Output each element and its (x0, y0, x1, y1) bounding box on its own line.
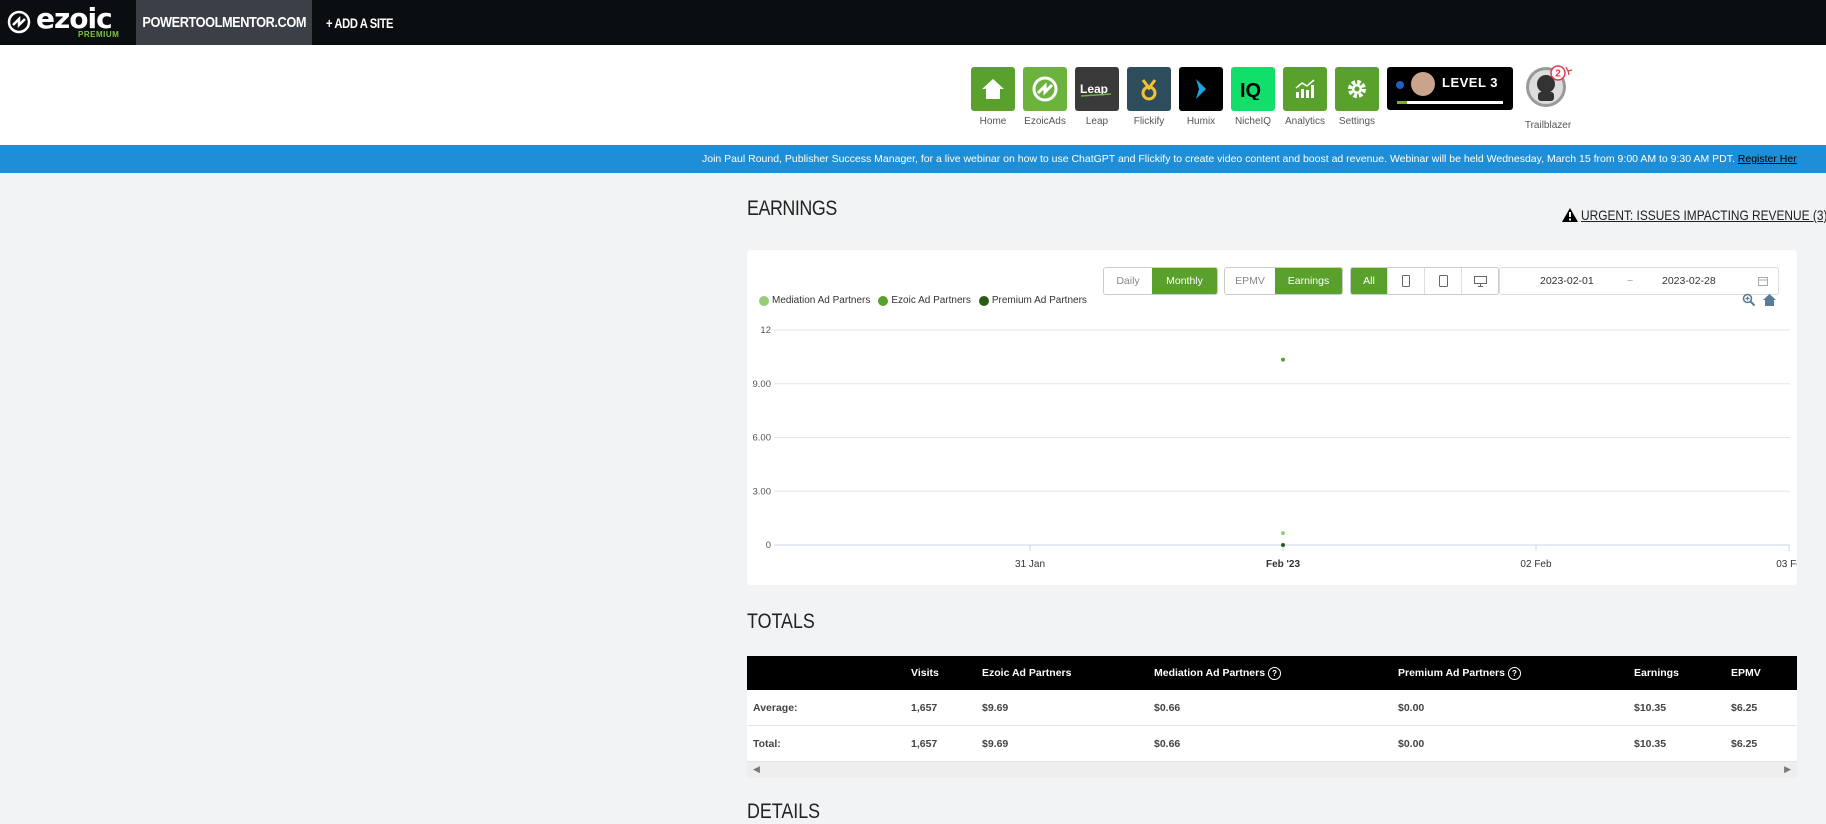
logo-premium-label: PREMIUM (78, 30, 120, 39)
urgent-issues-label: URGENT: ISSUES IMPACTING REVENUE (3) (1581, 207, 1826, 223)
avatar (1411, 72, 1435, 96)
x-tick-label: 03 Fe (1776, 559, 1797, 570)
ezoic-logo[interactable]: ezoic PREMIUM (4, 4, 134, 41)
x-tick-label: 31 Jan (1015, 559, 1045, 570)
x-tick-label: Feb '23 (1266, 559, 1300, 570)
humix-icon (1179, 67, 1223, 111)
app-launcher-bar: Home EzoicAds Leap Leap Flickify Humix I… (0, 45, 1826, 145)
flickify-icon (1127, 67, 1171, 111)
app-ezoicads[interactable]: EzoicAds (1023, 67, 1067, 127)
app-analytics[interactable]: Analytics (1283, 67, 1327, 127)
earnings-heading: EARNINGS (747, 197, 837, 220)
warning-icon (1562, 208, 1578, 222)
table-cell: $0.66 (1154, 737, 1181, 750)
column-header-label: Premium Ad Partners (1398, 667, 1505, 679)
column-header[interactable]: EPMV (1731, 656, 1761, 690)
app-settings[interactable]: Settings (1335, 67, 1379, 127)
column-header[interactable]: Earnings (1634, 656, 1679, 690)
trailblazer-label: Trailblazer (1524, 120, 1572, 131)
banner-text: Join Paul Round, Publisher Success Manag… (702, 153, 1735, 165)
table-cell: $9.69 (982, 701, 1009, 714)
table-cell: $10.35 (1634, 737, 1667, 750)
add-site-label: + ADD A SITE (326, 14, 394, 31)
trailblazer-icon: 2 (1526, 65, 1573, 107)
trailblazer-badge-count: 2 (1555, 69, 1561, 80)
table-cell: $0.66 (1154, 701, 1181, 714)
table-header: Visits Ezoic Ad Partners Mediation Ad Pa… (747, 656, 1797, 690)
level-badge[interactable]: LEVEL 3 (1387, 67, 1513, 110)
analytics-icon (1283, 67, 1327, 111)
table-cell: $6.25 (1731, 737, 1758, 750)
earnings-chart-card: Daily Monthly EPMV Earnings All 2023-02-… (747, 250, 1797, 585)
help-icon[interactable]: ? (1268, 666, 1282, 680)
scroll-right-icon[interactable]: ▶ (1784, 764, 1791, 775)
ezoic-ads-icon (1023, 67, 1067, 111)
home-icon (971, 67, 1015, 111)
table-cell: 1,657 (911, 737, 938, 750)
table-cell: $0.00 (1398, 737, 1425, 750)
scroll-left-icon[interactable]: ◀ (753, 764, 760, 775)
webinar-banner: Join Paul Round, Publisher Success Manag… (0, 145, 1826, 173)
trailblazer-button[interactable]: 2 Trailblazer (1522, 63, 1574, 131)
top-nav-bar: ezoic PREMIUM POWERTOOLMENTOR.COM + ADD … (0, 0, 1826, 45)
app-flickify[interactable]: Flickify (1127, 67, 1171, 127)
earnings-chart: 12 9.00 6.00 3.00 0 31 Jan Feb '23 02 Feb 03 Fe (753, 325, 1798, 570)
urgent-issues-link[interactable]: URGENT: ISSUES IMPACTING REVENUE (3) (1562, 207, 1826, 223)
table-row: Average: 1,657 $9.69 $0.66 $0.00 $10.35 … (747, 690, 1797, 726)
totals-table: Visits Ezoic Ad Partners Mediation Ad Pa… (747, 656, 1797, 778)
y-tick-label: 9.00 (753, 379, 772, 390)
leap-icon: Leap (1075, 67, 1119, 111)
svg-text:IQ: IQ (1240, 80, 1261, 100)
help-icon[interactable]: ? (1507, 666, 1521, 680)
table-cell: Average: (753, 701, 798, 714)
level-label: LEVEL 3 (1442, 75, 1499, 90)
column-header[interactable]: Mediation Ad Partners? (1154, 656, 1282, 690)
table-cell: Total: (753, 737, 781, 750)
app-humix[interactable]: Humix (1179, 67, 1223, 127)
horizontal-scrollbar[interactable]: ◀ ▶ (747, 762, 1797, 778)
column-header[interactable]: Premium Ad Partners? (1398, 656, 1521, 690)
details-heading: DETAILS (747, 800, 821, 823)
column-header-label: Mediation Ad Partners (1154, 667, 1266, 679)
banner-register-link[interactable]: Register Her (1738, 153, 1797, 165)
table-cell: $6.25 (1731, 701, 1758, 714)
level-progress (1397, 101, 1503, 104)
x-tick-label: 02 Feb (1520, 559, 1552, 570)
app-leap[interactable]: Leap Leap (1075, 67, 1119, 127)
data-point (1281, 531, 1285, 536)
site-tab[interactable]: POWERTOOLMENTOR.COM (136, 0, 312, 45)
site-tab-label: POWERTOOLMENTOR.COM (142, 14, 306, 31)
y-tick-label: 0 (766, 540, 771, 551)
table-cell: $10.35 (1634, 701, 1667, 714)
gear-icon (1335, 67, 1379, 111)
nicheiq-icon: IQ (1231, 67, 1275, 111)
y-tick-label: 6.00 (753, 433, 772, 444)
table-cell: $0.00 (1398, 701, 1425, 714)
table-cell: 1,657 (911, 701, 938, 714)
app-home[interactable]: Home (971, 67, 1015, 127)
level-dot-icon (1396, 81, 1404, 89)
app-label: Settings (1338, 116, 1376, 127)
add-site-button[interactable]: + ADD A SITE (326, 0, 410, 45)
totals-heading: TOTALS (747, 610, 815, 633)
y-tick-label: 12 (760, 325, 771, 336)
column-header[interactable]: Visits (911, 656, 939, 690)
y-tick-label: 3.00 (753, 486, 772, 497)
table-cell: $9.69 (982, 737, 1009, 750)
data-point (1281, 357, 1285, 362)
app-nicheiq[interactable]: IQ NicheIQ (1231, 67, 1275, 127)
column-header[interactable]: Ezoic Ad Partners (982, 656, 1071, 690)
table-row: Total: 1,657 $9.69 $0.66 $0.00 $10.35 $6… (747, 726, 1797, 762)
data-point (1281, 543, 1285, 547)
ezoic-logo-icon (7, 10, 31, 34)
